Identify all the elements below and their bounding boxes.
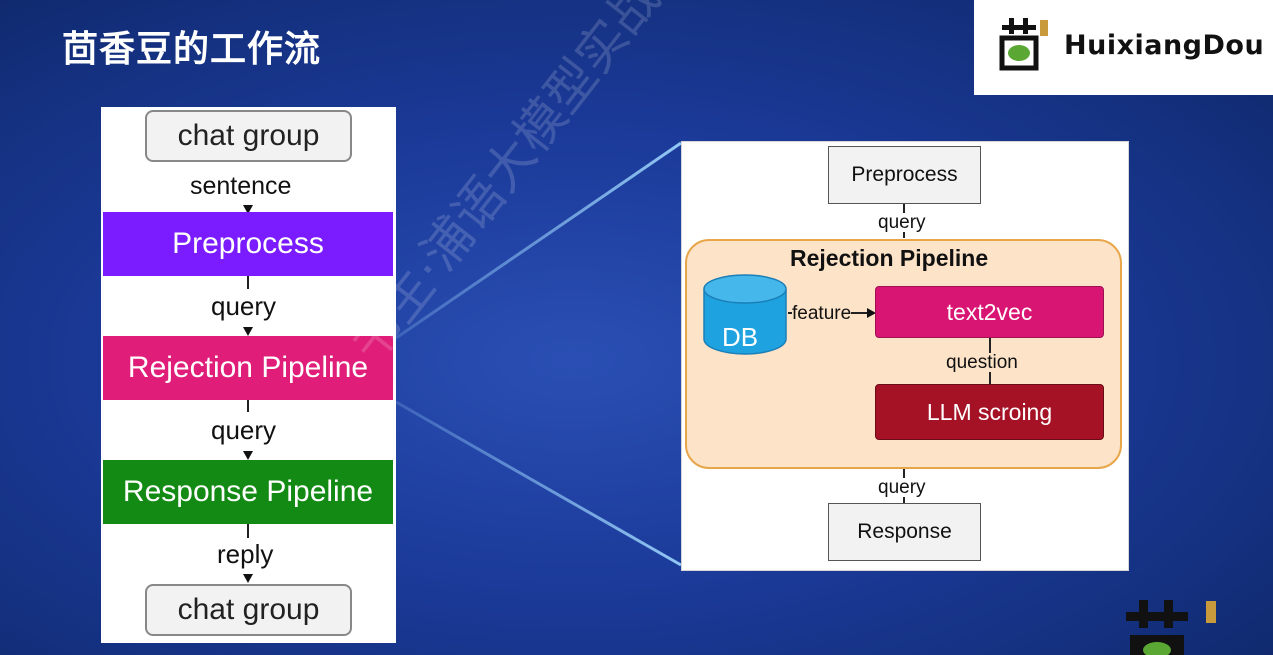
zoom-line-bottom <box>395 400 682 567</box>
node-label: chat group <box>177 593 320 626</box>
edge-line <box>247 400 249 412</box>
edge-label-feature: feature <box>792 303 852 324</box>
node-text2vec: text2vec <box>875 286 1104 338</box>
arrow-down-icon <box>243 574 253 583</box>
node-preprocess-detail: Preprocess <box>828 146 981 204</box>
node-label: Preprocess <box>851 163 958 186</box>
node-response-detail: Response <box>828 503 981 561</box>
node-label: LLM scroing <box>926 398 1053 425</box>
edge-line <box>247 524 249 538</box>
db-label: DB <box>722 322 759 352</box>
arrow-down-icon <box>243 451 253 460</box>
node-chat-group-bottom: chat group <box>145 584 352 636</box>
node-chat-group-top: chat group <box>145 110 352 162</box>
node-label: text2vec <box>946 298 1033 325</box>
node-preprocess: Preprocess <box>103 212 393 276</box>
node-label: Response <box>857 520 952 543</box>
workflow-diagram-left: chat group sentence Preprocess query Rej… <box>101 107 396 643</box>
edge-label-sentence: sentence <box>190 172 292 200</box>
node-rejection-pipeline: Rejection Pipeline <box>103 336 393 400</box>
edge-label-query-in: query <box>878 212 926 233</box>
edge-label-query-2: query <box>211 415 277 445</box>
rejection-pipeline-detail: Preprocess query Rejection Pipeline DB f… <box>681 141 1129 571</box>
node-llm-scoring: LLM scroing <box>875 384 1104 440</box>
corner-logo-icon <box>1126 600 1216 655</box>
edge-label-query-out: query <box>878 477 926 498</box>
edge-label-question: question <box>946 352 1018 373</box>
node-label: Rejection Pipeline <box>127 351 369 384</box>
edge-label-query-1: query <box>211 291 277 321</box>
node-response-pipeline: Response Pipeline <box>103 460 393 524</box>
node-label: Preprocess <box>172 227 324 260</box>
node-label: chat group <box>177 119 320 152</box>
edge-label-reply: reply <box>217 539 274 569</box>
group-title: Rejection Pipeline <box>790 245 989 271</box>
arrow-down-icon <box>243 327 253 336</box>
edge-line <box>247 276 249 289</box>
zoom-line-top <box>395 141 682 340</box>
node-label: Response Pipeline <box>122 475 374 508</box>
